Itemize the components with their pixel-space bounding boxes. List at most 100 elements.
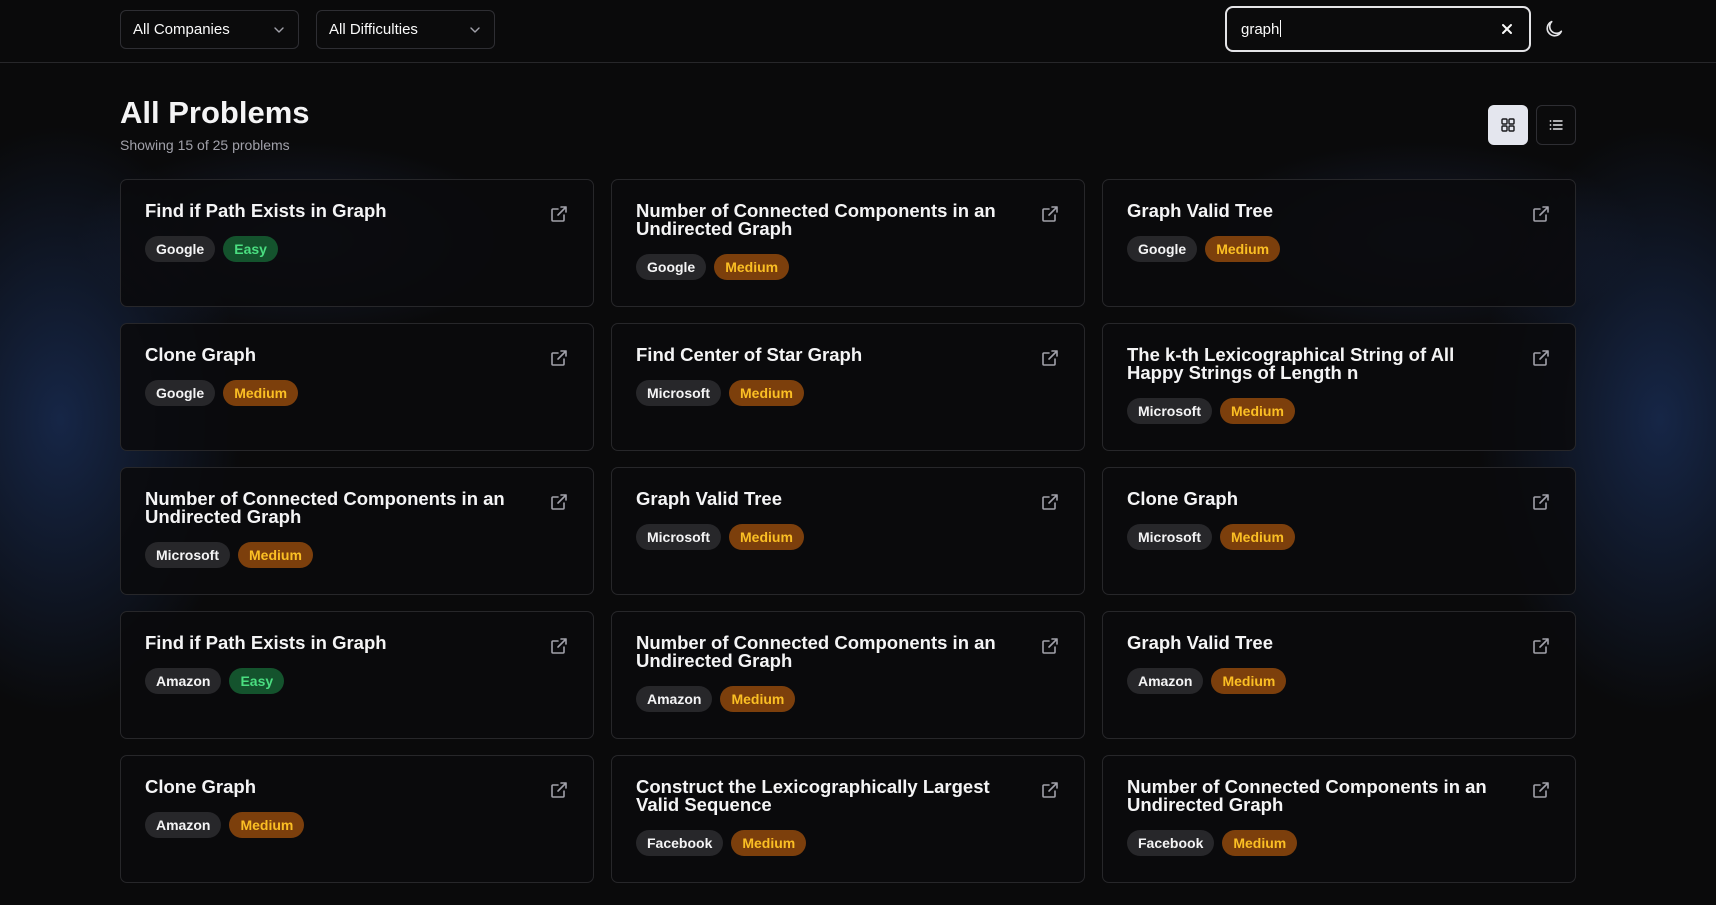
tag-row: Google Medium [1127, 236, 1551, 262]
problem-title: Construct the Lexicographically Largest … [636, 776, 990, 815]
tag-row: Microsoft Medium [1127, 398, 1551, 424]
external-link-icon[interactable] [549, 636, 569, 656]
tag-row: Amazon Medium [145, 812, 569, 838]
problem-title: Find Center of Star Graph [636, 344, 863, 365]
tag-row: Google Medium [145, 380, 569, 406]
external-link-icon[interactable] [549, 780, 569, 800]
problem-title: Clone Graph [145, 776, 257, 797]
external-link-icon[interactable] [1040, 636, 1060, 656]
company-badge: Amazon [1127, 668, 1204, 694]
problem-card[interactable]: Find Center of Star Graph Microsoft Medi… [611, 323, 1085, 451]
problem-title: Graph Valid Tree [1127, 200, 1274, 221]
tag-row: Microsoft Medium [636, 380, 1060, 406]
external-link-icon[interactable] [1040, 492, 1060, 512]
external-link-icon[interactable] [1531, 780, 1551, 800]
problem-title: Find if Path Exists in Graph [145, 200, 387, 221]
external-link-icon[interactable] [1531, 348, 1551, 368]
difficulty-badge: Medium [1220, 524, 1295, 550]
problem-title: Clone Graph [145, 344, 257, 365]
tag-row: Microsoft Medium [145, 542, 569, 568]
difficulty-badge: Medium [1222, 830, 1298, 856]
list-view-button[interactable] [1536, 105, 1576, 145]
tag-row: Amazon Medium [636, 686, 1060, 712]
grid-icon [1500, 117, 1516, 133]
problem-title: Number of Connected Components in an Und… [1127, 776, 1487, 815]
problem-title: Graph Valid Tree [1127, 632, 1274, 653]
external-link-icon[interactable] [549, 492, 569, 512]
difficulty-filter-select[interactable]: All Difficulties [316, 10, 495, 49]
difficulty-filter-value: All Difficulties [329, 21, 418, 38]
tag-row: Facebook Medium [636, 830, 1060, 856]
problem-card[interactable]: Clone Graph Amazon Medium [120, 755, 594, 883]
problems-grid: Find if Path Exists in Graph Google Easy… [120, 179, 1576, 883]
tag-row: Google Easy [145, 236, 569, 262]
difficulty-badge: Medium [714, 254, 790, 280]
company-badge: Microsoft [636, 380, 721, 406]
difficulty-badge: Medium [1220, 398, 1295, 424]
external-link-icon[interactable] [1040, 780, 1060, 800]
difficulty-badge: Medium [729, 524, 804, 550]
problem-title: Find if Path Exists in Graph [145, 632, 387, 653]
tag-row: Microsoft Medium [636, 524, 1060, 550]
top-bar: All Companies All Difficulties graph [0, 0, 1716, 63]
problem-card[interactable]: Find if Path Exists in Graph Amazon Easy [120, 611, 594, 739]
problem-title: Number of Connected Components in an Und… [145, 488, 505, 527]
chevron-down-icon [272, 23, 286, 37]
problem-card[interactable]: Graph Valid Tree Microsoft Medium [611, 467, 1085, 595]
external-link-icon[interactable] [1040, 204, 1060, 224]
company-badge: Microsoft [145, 542, 230, 568]
tag-row: Facebook Medium [1127, 830, 1551, 856]
problem-title: Number of Connected Components in an Und… [636, 632, 996, 671]
external-link-icon[interactable] [1531, 636, 1551, 656]
search-input[interactable]: graph [1225, 6, 1531, 52]
grid-view-button[interactable] [1488, 105, 1528, 145]
problem-card[interactable]: The k-th Lexicographical String of All H… [1102, 323, 1576, 451]
search-input-value: graph [1241, 20, 1499, 38]
external-link-icon[interactable] [1531, 492, 1551, 512]
difficulty-badge: Medium [1205, 236, 1281, 262]
external-link-icon[interactable] [549, 348, 569, 368]
problem-card[interactable]: Number of Connected Components in an Und… [611, 179, 1085, 307]
difficulty-badge: Easy [223, 236, 278, 262]
tag-row: Microsoft Medium [1127, 524, 1551, 550]
company-badge: Microsoft [636, 524, 721, 550]
results-count: Showing 15 of 25 problems [120, 137, 290, 153]
problem-card[interactable]: Construct the Lexicographically Largest … [611, 755, 1085, 883]
external-link-icon[interactable] [549, 204, 569, 224]
difficulty-badge: Medium [1211, 668, 1287, 694]
problem-card[interactable]: Number of Connected Components in an Und… [611, 611, 1085, 739]
problem-card[interactable]: Find if Path Exists in Graph Google Easy [120, 179, 594, 307]
company-badge: Google [636, 254, 707, 280]
tag-row: Amazon Medium [1127, 668, 1551, 694]
company-badge: Google [145, 380, 216, 406]
difficulty-badge: Easy [229, 668, 285, 694]
external-link-icon[interactable] [1531, 204, 1551, 224]
company-badge: Google [1127, 236, 1198, 262]
difficulty-badge: Medium [731, 830, 807, 856]
chevron-down-icon [468, 23, 482, 37]
external-link-icon[interactable] [1040, 348, 1060, 368]
company-filter-value: All Companies [133, 21, 230, 38]
problem-card[interactable]: Graph Valid Tree Google Medium [1102, 179, 1576, 307]
problem-card[interactable]: Number of Connected Components in an Und… [120, 467, 594, 595]
company-badge: Microsoft [1127, 398, 1212, 424]
tag-row: Amazon Easy [145, 668, 569, 694]
company-badge: Google [145, 236, 216, 262]
company-badge: Amazon [145, 812, 222, 838]
problem-card[interactable]: Clone Graph Microsoft Medium [1102, 467, 1576, 595]
tag-row: Google Medium [636, 254, 1060, 280]
clear-search-icon[interactable] [1499, 21, 1515, 37]
company-filter-select[interactable]: All Companies [120, 10, 299, 49]
problem-title: Graph Valid Tree [636, 488, 783, 509]
difficulty-badge: Medium [229, 812, 305, 838]
moon-icon[interactable] [1543, 18, 1565, 40]
company-badge: Amazon [145, 668, 222, 694]
company-badge: Facebook [636, 830, 724, 856]
problem-card[interactable]: Graph Valid Tree Amazon Medium [1102, 611, 1576, 739]
problem-title: Number of Connected Components in an Und… [636, 200, 996, 239]
problem-title: The k-th Lexicographical String of All H… [1127, 344, 1455, 383]
problem-card[interactable]: Number of Connected Components in an Und… [1102, 755, 1576, 883]
company-badge: Amazon [636, 686, 713, 712]
problem-card[interactable]: Clone Graph Google Medium [120, 323, 594, 451]
difficulty-badge: Medium [238, 542, 313, 568]
